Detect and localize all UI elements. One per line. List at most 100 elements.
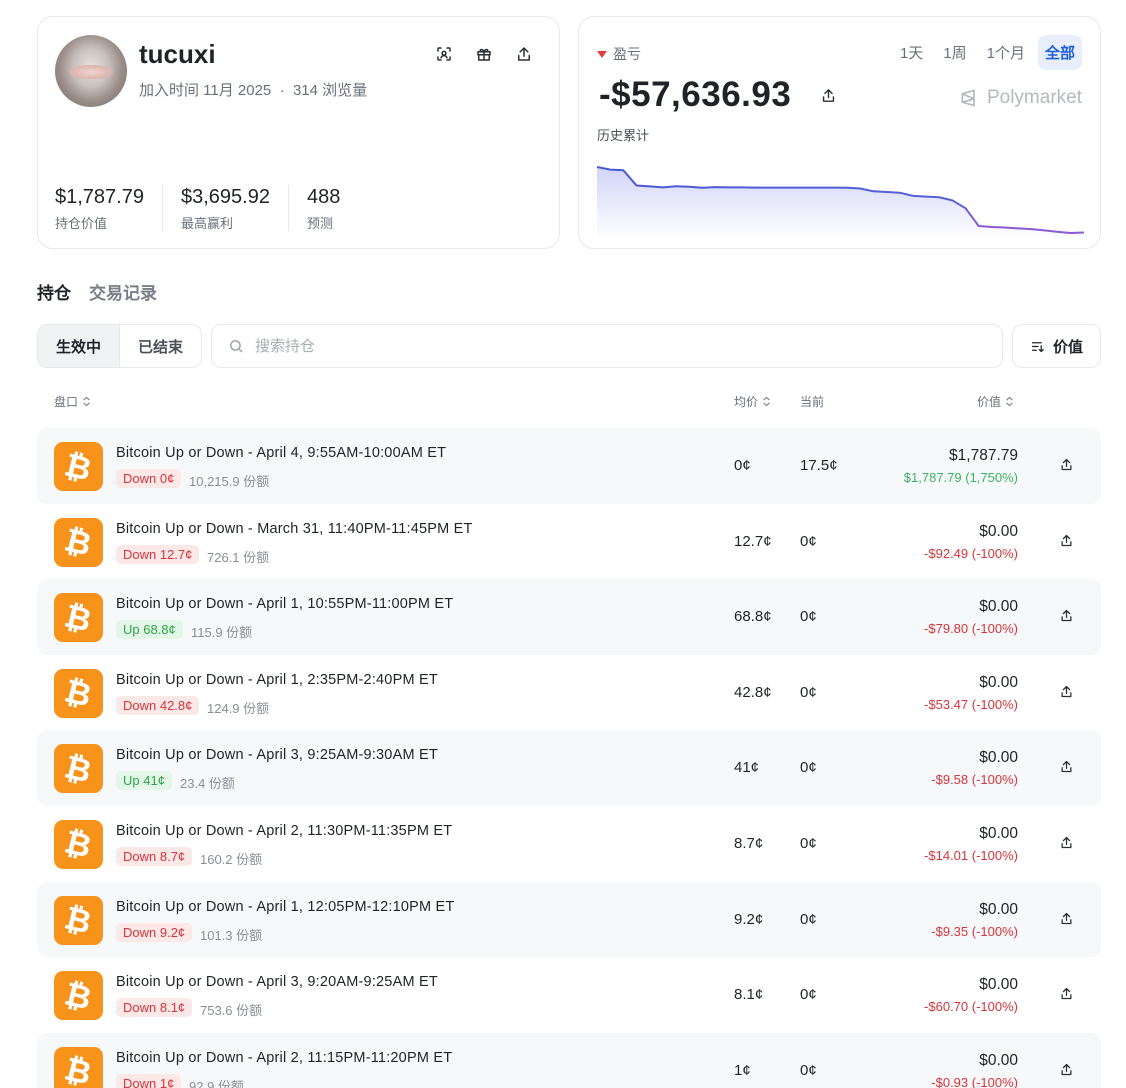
main-tabs: 持仓 交易记录 <box>37 279 157 304</box>
search-box <box>211 324 1003 368</box>
position-change: -$60.70 (-100%) <box>924 999 1018 1015</box>
position-change: $1,787.79 (1,750%) <box>903 470 1018 485</box>
avg-price: 8.7¢ <box>734 834 764 852</box>
outcome-badge: Down 9.2¢ <box>116 922 193 942</box>
search-input[interactable] <box>255 337 975 355</box>
scan-icon[interactable] <box>433 43 455 65</box>
share-icon[interactable] <box>1059 457 1074 477</box>
pnl-value: -$57,636.93 <box>599 75 792 114</box>
range-1w[interactable]: 1周 <box>936 35 973 70</box>
table-row[interactable]: ₿ Bitcoin Up or Down - April 2, 11:30PM-… <box>37 806 1101 882</box>
share-icon[interactable] <box>1059 759 1074 779</box>
shares-count: 92.9 份额 <box>189 1078 244 1088</box>
avg-price: 68.8¢ <box>734 608 772 626</box>
tab-positions[interactable]: 持仓 <box>37 279 71 304</box>
market-title[interactable]: Bitcoin Up or Down - March 31, 11:40PM-1… <box>116 521 473 537</box>
table-row[interactable]: ₿ Bitcoin Up or Down - April 2, 11:15PM-… <box>37 1032 1101 1088</box>
position-value: $0.00 <box>979 824 1018 842</box>
th-avg[interactable]: 均价 <box>734 393 771 410</box>
shares-count: 753.6 份额 <box>200 1003 263 1019</box>
shares-count: 10,215.9 份额 <box>189 474 270 489</box>
avatar[interactable] <box>55 35 127 107</box>
outcome-badge: Down 42.8¢ <box>116 695 200 715</box>
search-icon <box>230 339 243 353</box>
status-active[interactable]: 生效中 <box>38 325 120 367</box>
share-icon[interactable] <box>1059 608 1074 628</box>
pnl-card: 盈亏 -$57,636.93 历史累计 1天 1周 1个月 全部 Polymar… <box>578 16 1101 249</box>
gift-icon[interactable] <box>473 43 495 65</box>
outcome-badge: Down 1¢ <box>116 1073 182 1088</box>
current-price: 0¢ <box>800 532 817 550</box>
market-title[interactable]: Bitcoin Up or Down - April 1, 12:05PM-12… <box>116 899 454 915</box>
bitcoin-icon: ₿ <box>54 895 103 945</box>
avg-price: 1¢ <box>734 1061 751 1079</box>
share-icon[interactable] <box>1059 986 1074 1006</box>
down-triangle-icon <box>597 50 607 58</box>
share-icon[interactable] <box>1059 533 1074 553</box>
table-row[interactable]: ₿ Bitcoin Up or Down - April 1, 10:55PM-… <box>37 579 1101 655</box>
table-row[interactable]: ₿ Bitcoin Up or Down - April 3, 9:20AM-9… <box>37 957 1101 1033</box>
current-price: 0¢ <box>800 608 817 626</box>
share-icon[interactable] <box>513 43 535 65</box>
bitcoin-icon: ₿ <box>54 668 103 718</box>
current-price: 0¢ <box>800 1061 817 1079</box>
position-value: $0.00 <box>979 673 1018 691</box>
bitcoin-icon: ₿ <box>54 819 103 869</box>
avg-price: 8.1¢ <box>734 986 764 1004</box>
avg-price: 0¢ <box>734 457 751 474</box>
market-title[interactable]: Bitcoin Up or Down - April 3, 9:25AM-9:3… <box>116 747 438 763</box>
market-title[interactable]: Bitcoin Up or Down - April 3, 9:20AM-9:2… <box>116 974 438 990</box>
outcome-badge: Down 0¢ <box>116 469 182 488</box>
market-title[interactable]: Bitcoin Up or Down - April 4, 9:55AM-10:… <box>116 445 446 461</box>
table-row[interactable]: ₿ Bitcoin Up or Down - April 3, 9:25AM-9… <box>37 730 1101 806</box>
market-title[interactable]: Bitcoin Up or Down - April 2, 11:15PM-11… <box>116 1050 452 1066</box>
sort-chevron-icon <box>82 396 91 407</box>
outcome-badge: Up 68.8¢ <box>116 620 183 640</box>
shares-count: 101.3 份额 <box>200 927 263 943</box>
position-value: $0.00 <box>979 1051 1018 1069</box>
position-value: $0.00 <box>979 976 1018 994</box>
market-title[interactable]: Bitcoin Up or Down - April 1, 2:35PM-2:4… <box>116 672 438 688</box>
th-value[interactable]: 价值 <box>977 393 1014 410</box>
position-value: $0.00 <box>979 749 1018 767</box>
table-row[interactable]: ₿ Bitcoin Up or Down - April 1, 2:35PM-2… <box>37 655 1101 731</box>
share-icon[interactable] <box>1059 835 1074 855</box>
range-1d[interactable]: 1天 <box>893 35 930 70</box>
market-title[interactable]: Bitcoin Up or Down - April 1, 10:55PM-11… <box>116 596 453 612</box>
current-price: 0¢ <box>800 910 817 928</box>
status-closed[interactable]: 已结束 <box>120 325 201 367</box>
range-1m[interactable]: 1个月 <box>980 35 1032 70</box>
view-count: 314 浏览量 <box>292 82 368 99</box>
bitcoin-icon: ₿ <box>54 442 103 491</box>
th-market[interactable]: 盘口 <box>54 393 91 410</box>
position-change: -$14.01 (-100%) <box>924 847 1018 863</box>
table-row[interactable]: ₿ Bitcoin Up or Down - March 31, 11:40PM… <box>37 504 1101 580</box>
table-row[interactable]: ₿ Bitcoin Up or Down - April 1, 12:05PM-… <box>37 881 1101 958</box>
avg-price: 41¢ <box>734 759 760 777</box>
bitcoin-icon: ₿ <box>54 517 103 567</box>
range-all[interactable]: 全部 <box>1037 35 1082 70</box>
share-icon[interactable] <box>1059 1062 1074 1082</box>
position-change: -$9.35 (-100%) <box>931 923 1018 939</box>
outcome-badge: Down 12.7¢ <box>116 544 200 564</box>
outcome-badge: Up 41¢ <box>116 771 172 791</box>
position-value: $0.00 <box>979 900 1018 918</box>
sort-button[interactable]: 价值 <box>1012 324 1101 368</box>
pnl-label: 盈亏 <box>597 44 641 64</box>
profile-meta: 加入时间 11月 2025 · 314 浏览量 <box>139 82 368 99</box>
polymarket-brand: Polymarket <box>959 87 1082 109</box>
tab-activity[interactable]: 交易记录 <box>89 279 157 304</box>
pnl-share-icon[interactable] <box>820 87 837 109</box>
bitcoin-icon: ₿ <box>54 1046 103 1088</box>
current-price: 0¢ <box>800 759 817 777</box>
share-icon[interactable] <box>1059 684 1074 704</box>
share-icon[interactable] <box>1059 911 1074 931</box>
current-price: 0¢ <box>800 683 817 701</box>
market-title[interactable]: Bitcoin Up or Down - April 2, 11:30PM-11… <box>116 823 452 839</box>
shares-count: 160.2 份额 <box>200 851 263 867</box>
bitcoin-icon: ₿ <box>54 593 103 643</box>
stat-positions-value: $1,787.79 持仓价值 <box>55 185 163 231</box>
shares-count: 23.4 份额 <box>180 776 235 792</box>
table-row[interactable]: ₿ Bitcoin Up or Down - April 4, 9:55AM-1… <box>37 428 1101 504</box>
position-change: -$9.58 (-100%) <box>931 772 1018 788</box>
